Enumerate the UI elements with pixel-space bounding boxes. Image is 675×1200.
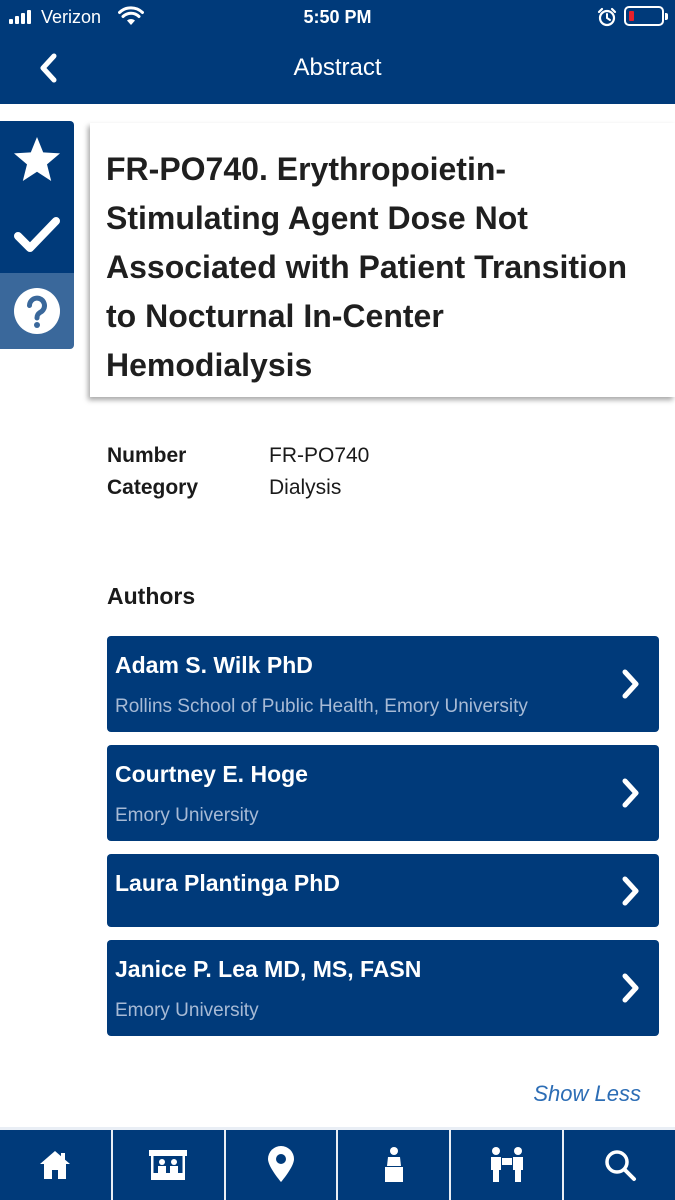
- nav-bar: Abstract: [0, 34, 675, 104]
- abstract-title-card: FR-PO740. Erythropoietin-Stimulating Age…: [90, 123, 675, 397]
- author-card[interactable]: Adam S. Wilk PhD Rollins School of Publi…: [107, 636, 659, 732]
- map-pin-icon: [268, 1146, 295, 1182]
- meta-row-number: Number FR-PO740: [107, 440, 369, 472]
- booth-icon: [149, 1150, 188, 1180]
- battery-icon: [624, 6, 668, 26]
- author-card[interactable]: Courtney E. Hoge Emory University: [107, 745, 659, 841]
- category-label: Category: [107, 476, 199, 499]
- show-less-link[interactable]: Show Less: [533, 1081, 641, 1107]
- author-name: Laura Plantinga PhD: [115, 870, 340, 896]
- author-name: Courtney E. Hoge: [115, 761, 308, 787]
- abstract-title: FR-PO740. Erythropoietin-Stimulating Age…: [106, 151, 627, 383]
- tab-map[interactable]: [226, 1130, 339, 1200]
- tab-networking[interactable]: [451, 1130, 565, 1200]
- status-time: 5:50 PM: [303, 7, 372, 27]
- category-value: Dialysis: [269, 476, 342, 499]
- author-card[interactable]: Janice P. Lea MD, MS, FASN Emory Univers…: [107, 940, 659, 1036]
- favorite-button[interactable]: [0, 121, 74, 197]
- authors-heading: Authors: [107, 583, 196, 609]
- battery-level: [629, 11, 634, 21]
- author-affiliation: Emory University: [115, 1000, 259, 1021]
- meta-row-category: Category Dialysis: [107, 472, 369, 504]
- home-icon: [40, 1151, 71, 1179]
- question-icon: [14, 288, 60, 334]
- chevron-right-icon: [622, 973, 639, 1003]
- author-card[interactable]: Laura Plantinga PhD: [107, 854, 659, 927]
- tab-speakers[interactable]: [338, 1130, 452, 1200]
- number-value: FR-PO740: [269, 444, 370, 467]
- chevron-right-icon: [622, 778, 639, 808]
- top-bar: Verizon 5:50 PM Abstract: [0, 0, 675, 104]
- side-action-tabs: [0, 121, 74, 349]
- star-icon: [14, 137, 60, 181]
- checkmark-icon: [14, 217, 60, 252]
- status-bar: Verizon 5:50 PM: [0, 0, 675, 34]
- tab-home[interactable]: [0, 1130, 113, 1200]
- abstract-meta: Number FR-PO740 Category Dialysis: [107, 440, 369, 504]
- author-affiliation: Rollins School of Public Health, Emory U…: [115, 696, 528, 717]
- speaker-icon: [384, 1147, 403, 1182]
- people-icon: [490, 1147, 523, 1182]
- chevron-right-icon: [622, 669, 639, 699]
- chevron-right-icon: [622, 876, 639, 905]
- authors-list: Adam S. Wilk PhD Rollins School of Publi…: [107, 636, 659, 1049]
- author-affiliation: Emory University: [115, 805, 259, 826]
- alarm-clock-icon: [597, 7, 617, 27]
- bottom-tab-bar: [0, 1127, 675, 1200]
- help-button[interactable]: [0, 273, 74, 349]
- tab-exhibitors[interactable]: [113, 1130, 226, 1200]
- author-name: Janice P. Lea MD, MS, FASN: [115, 956, 422, 982]
- tab-search[interactable]: [564, 1130, 675, 1200]
- number-label: Number: [107, 444, 187, 467]
- author-name: Adam S. Wilk PhD: [115, 652, 313, 678]
- page-title: Abstract: [293, 54, 382, 81]
- mark-attended-button[interactable]: [0, 197, 74, 273]
- search-icon: [604, 1150, 636, 1181]
